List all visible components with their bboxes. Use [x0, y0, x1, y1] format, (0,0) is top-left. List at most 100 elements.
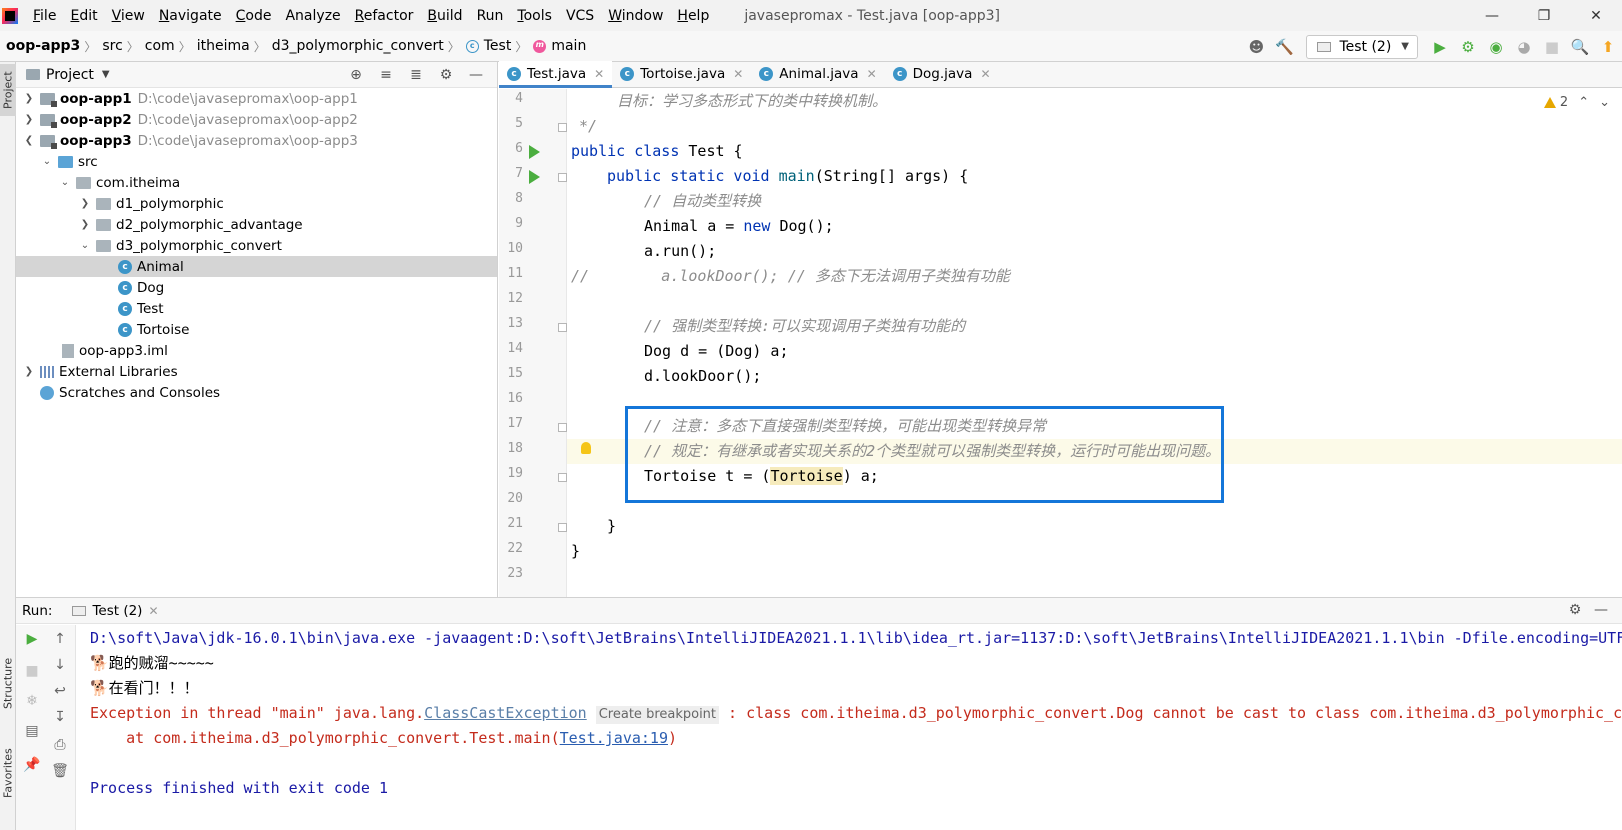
menu-navigate[interactable]: Navigate — [152, 8, 229, 24]
profiler-icon[interactable]: ◕ — [1510, 33, 1538, 61]
run-tab-test[interactable]: Test (2) ✕ — [72, 603, 159, 619]
breadcrumb-method[interactable]: m main — [527, 38, 590, 54]
close-icon[interactable]: ✕ — [980, 67, 990, 81]
project-view-title[interactable]: Project — [46, 67, 94, 83]
tree-item-d1[interactable]: ❯ d1_polymorphic — [16, 193, 497, 214]
chevron-right-icon[interactable]: ❯ — [22, 114, 36, 125]
exception-class-link[interactable]: ClassCastException — [424, 704, 587, 722]
menu-view[interactable]: View — [105, 8, 152, 24]
scroll-down-icon[interactable]: ↓ — [50, 655, 70, 675]
layout-icon[interactable]: ▤ — [22, 721, 42, 741]
chevron-down-icon[interactable]: ⌄ — [40, 156, 54, 167]
tree-item-src[interactable]: ⌄ src — [16, 151, 497, 172]
chevron-up-icon[interactable]: ⌃ — [1578, 95, 1589, 110]
tree-item-oop-app1[interactable]: ❯ oop-app1 D:\code\javasepromax\oop-app1 — [16, 88, 497, 109]
breadcrumb-src[interactable]: src — [96, 38, 126, 54]
breadcrumb-class[interactable]: c Test — [460, 38, 516, 54]
tree-item-oop-app3[interactable]: ❮ oop-app3 D:\code\javasepromax\oop-app3 — [16, 130, 497, 151]
tree-item-oop-app2[interactable]: ❯ oop-app2 D:\code\javasepromax\oop-app2 — [16, 109, 497, 130]
close-icon[interactable]: ✕ — [148, 604, 158, 618]
hide-icon[interactable]: — — [1588, 602, 1614, 618]
run-icon[interactable]: ▶ — [1426, 33, 1454, 61]
fold-marker-icon[interactable] — [558, 423, 567, 432]
lightbulb-icon[interactable] — [581, 442, 591, 454]
scroll-up-icon[interactable]: ↑ — [50, 629, 70, 649]
trash-icon[interactable]: 🗑 — [50, 761, 70, 781]
fold-marker-icon[interactable] — [558, 123, 567, 132]
close-icon[interactable]: ✕ — [733, 67, 743, 81]
favorites-tool-tab[interactable]: Favorites — [0, 738, 16, 808]
menu-help[interactable]: Help — [670, 8, 716, 24]
tab-test-java[interactable]: c Test.java ✕ — [499, 61, 613, 88]
minimize-icon[interactable]: — — [1466, 0, 1518, 31]
fold-marker-icon[interactable] — [558, 523, 567, 532]
menu-edit[interactable]: Edit — [63, 8, 104, 24]
fold-marker-icon[interactable] — [558, 473, 567, 482]
search-icon[interactable]: 🔍 — [1566, 33, 1594, 61]
menu-refactor[interactable]: Refactor — [348, 8, 421, 24]
chevron-down-icon[interactable]: ⌄ — [78, 240, 92, 251]
menu-run[interactable]: Run — [470, 8, 511, 24]
chevron-down-icon[interactable]: ⌄ — [58, 177, 72, 188]
tree-item-d3[interactable]: ⌄ d3_polymorphic_convert — [16, 235, 497, 256]
fold-marker-icon[interactable] — [558, 173, 567, 182]
breadcrumb-package[interactable]: d3_polymorphic_convert — [266, 38, 448, 54]
menu-build[interactable]: Build — [420, 8, 469, 24]
expand-all-icon[interactable]: ≡ — [371, 67, 401, 83]
tree-item-com-itheima[interactable]: ⌄ com.itheima — [16, 172, 497, 193]
soft-wrap-icon[interactable]: ↩ — [50, 681, 70, 701]
close-icon[interactable]: ✕ — [867, 67, 877, 81]
run-configuration-select[interactable]: Test (2) ▼ — [1306, 34, 1418, 59]
stop-icon[interactable]: ■ — [22, 661, 42, 681]
inspection-widget[interactable]: 2 ⌃ ⌄ — [1543, 95, 1610, 110]
code-area[interactable]: 目标：学习多态形式下的类中转换机制。 */ public class Test … — [571, 89, 1622, 597]
tree-item-scratches[interactable]: Scratches and Consoles — [16, 382, 497, 403]
tab-tortoise-java[interactable]: c Tortoise.java ✕ — [612, 61, 751, 87]
tab-animal-java[interactable]: c Animal.java ✕ — [751, 61, 884, 87]
tree-item-dog[interactable]: c Dog — [16, 277, 497, 298]
chevron-down-icon[interactable]: ▼ — [102, 69, 110, 80]
hide-icon[interactable]: — — [461, 67, 491, 83]
tree-item-external-libraries[interactable]: ❯ External Libraries — [16, 361, 497, 382]
tab-dog-java[interactable]: c Dog.java ✕ — [885, 61, 999, 87]
chevron-down-icon[interactable]: ⌄ — [1599, 95, 1610, 110]
tree-item-animal[interactable]: c Animal — [16, 256, 497, 277]
console-output[interactable]: D:\soft\Java\jdk-16.0.1\bin\java.exe -ja… — [90, 625, 1622, 830]
chevron-right-icon[interactable]: ❯ — [22, 93, 36, 104]
menu-analyze[interactable]: Analyze — [278, 8, 347, 24]
fold-marker-icon[interactable] — [558, 323, 567, 332]
menu-tools[interactable]: Tools — [510, 8, 559, 24]
locate-icon[interactable]: ⊕ — [341, 67, 371, 83]
breadcrumb-com[interactable]: com — [139, 38, 179, 54]
chevron-right-icon[interactable]: ❯ — [22, 366, 36, 377]
close-window-icon[interactable]: ✕ — [1570, 0, 1622, 31]
chevron-right-icon[interactable]: ❯ — [78, 219, 92, 230]
run-gutter-icon[interactable] — [529, 145, 540, 159]
pin-icon[interactable]: 📌 — [22, 755, 42, 775]
chevron-down-icon[interactable]: ❮ — [22, 135, 36, 146]
breadcrumb-itheima[interactable]: itheima — [191, 38, 254, 54]
menu-window[interactable]: Window — [601, 8, 670, 24]
tree-item-test[interactable]: c Test — [16, 298, 497, 319]
structure-tool-tab[interactable]: Structure — [0, 648, 16, 718]
restore-icon[interactable]: ❐ — [1518, 0, 1570, 31]
update-icon[interactable]: ⬆ — [1594, 33, 1622, 61]
close-icon[interactable]: ✕ — [594, 67, 604, 81]
print-icon[interactable]: ⎙ — [50, 735, 70, 755]
user-icon[interactable]: ☻ — [1242, 33, 1270, 61]
project-tool-tab[interactable]: Project — [0, 64, 16, 116]
gear-icon[interactable]: ⚙ — [1562, 602, 1588, 618]
rerun-icon[interactable]: ▶ — [22, 629, 42, 649]
coverage-icon[interactable]: ◉ — [1482, 33, 1510, 61]
run-gutter-icon[interactable] — [529, 170, 540, 184]
gear-icon[interactable]: ⚙ — [431, 67, 461, 83]
tree-item-d2[interactable]: ❯ d2_polymorphic_advantage — [16, 214, 497, 235]
create-breakpoint-button[interactable]: Create breakpoint — [595, 706, 720, 724]
tree-item-iml[interactable]: oop-app3.iml — [16, 340, 497, 361]
tree-item-tortoise[interactable]: c Tortoise — [16, 319, 497, 340]
debug-icon[interactable]: ⚙ — [1454, 33, 1482, 61]
chevron-right-icon[interactable]: ❯ — [78, 198, 92, 209]
menu-code[interactable]: Code — [229, 8, 279, 24]
restore-layout-icon[interactable]: ❄ — [22, 691, 42, 711]
scroll-to-end-icon[interactable]: ↧ — [50, 707, 70, 727]
